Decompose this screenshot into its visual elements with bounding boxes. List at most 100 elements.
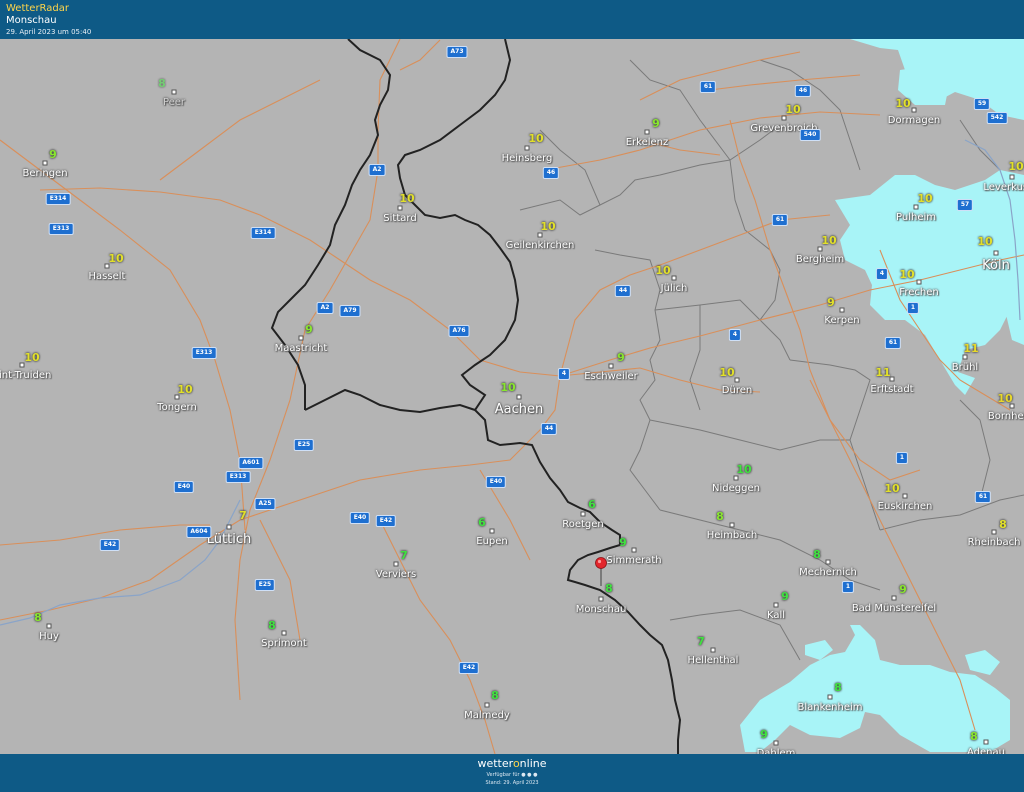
city-marker [710, 647, 716, 653]
city-marker [991, 529, 997, 535]
city-label[interactable]: Bornheim [988, 411, 1024, 422]
highway-shield: 4 [557, 368, 571, 380]
city-label[interactable]: Verviers [376, 569, 417, 580]
location-pin-icon[interactable] [595, 557, 607, 587]
city-label[interactable]: Jülich [661, 283, 688, 294]
windows-icon[interactable]: ● [533, 772, 537, 778]
city-label[interactable]: Eupen [476, 536, 508, 547]
city-label[interactable]: Bergheim [796, 254, 844, 265]
temperature-label: 10 [997, 392, 1013, 405]
map-background [0, 39, 1024, 754]
city-marker [902, 493, 908, 499]
city-label[interactable]: Geilenkirchen [506, 240, 575, 251]
highway-shield: 4 [728, 329, 742, 341]
city-label[interactable]: Düren [722, 385, 752, 396]
city-label[interactable]: Sint-Truiden [0, 370, 51, 381]
highway-shield: E313 [191, 347, 217, 359]
city-label[interactable]: Maastricht [275, 343, 328, 354]
city-label[interactable]: Bad Münstereifel [852, 603, 936, 614]
temperature-label: 9 [305, 323, 313, 336]
city-marker [825, 559, 831, 565]
city-marker [773, 602, 779, 608]
city-marker [891, 595, 897, 601]
temperature-label: 9 [781, 590, 789, 603]
temperature-label: 8 [999, 518, 1007, 531]
city-marker [916, 279, 922, 285]
apple-icon[interactable]: ● [527, 772, 531, 778]
city-label[interactable]: Euskirchen [878, 501, 933, 512]
temperature-label: 8 [716, 510, 724, 523]
highway-shield: 4 [875, 268, 889, 280]
highway-shield: 61 [771, 214, 789, 226]
city-label[interactable]: Leverkusen [983, 182, 1024, 193]
city-label[interactable]: Tongern [157, 402, 197, 413]
city-label[interactable]: Nideggen [712, 483, 760, 494]
city-label[interactable]: Malmedy [464, 710, 510, 721]
city-marker [644, 129, 650, 135]
radar-map[interactable]: Peer Beringen Hasselt Sint-Truiden Tongern Ma… [0, 39, 1024, 754]
temperature-label: 9 [760, 728, 768, 741]
city-marker [298, 335, 304, 341]
city-label[interactable]: Sprimont [261, 638, 307, 649]
temperature-label: 10 [917, 192, 933, 205]
app-title: WetterRadar [6, 3, 70, 14]
android-icon[interactable]: ● [521, 772, 525, 778]
temperature-label: 9 [899, 583, 907, 596]
highway-shield: E314 [45, 193, 71, 205]
highway-shield: E25 [293, 439, 315, 451]
highway-shield: E314 [250, 227, 276, 239]
city-label[interactable]: Köln [982, 258, 1010, 273]
temperature-label: 10 [24, 351, 40, 364]
city-label[interactable]: Frechen [899, 287, 938, 298]
temperature-label: 9 [49, 148, 57, 161]
city-label[interactable]: Aachen [495, 402, 543, 417]
city-label[interactable]: Eschweiler [584, 371, 638, 382]
city-label[interactable]: Brühl [952, 362, 978, 373]
city-label[interactable]: Rheinbach [968, 537, 1021, 548]
city-label[interactable]: Erftstadt [870, 384, 913, 395]
temperature-label: 8 [268, 619, 276, 632]
temperature-label: 8 [970, 730, 978, 743]
highway-shield: E42 [458, 662, 480, 674]
city-marker [397, 205, 403, 211]
city-label[interactable]: Kall [767, 610, 785, 621]
city-label[interactable]: Sittard [383, 213, 416, 224]
city-label[interactable]: Heinsberg [502, 153, 553, 164]
city-marker [911, 107, 917, 113]
temperature-label: 10 [540, 220, 556, 233]
city-label[interactable]: Lüttich [207, 532, 251, 547]
city-label[interactable]: Simmerath [606, 555, 661, 566]
temperature-label: 9 [617, 351, 625, 364]
city-label[interactable]: Heimbach [707, 530, 758, 541]
city-label[interactable]: Peer [163, 97, 185, 108]
temperature-label: 8 [34, 611, 42, 624]
highway-shield: 61 [974, 491, 992, 503]
wetteronline-logo[interactable]: wetteronline [0, 757, 1024, 770]
city-label[interactable]: Roetgen [562, 519, 604, 530]
city-marker [671, 275, 677, 281]
city-label[interactable]: Adenau [967, 747, 1005, 754]
city-label[interactable]: Hellenthal [688, 655, 739, 666]
city-label[interactable]: Erkelenz [626, 137, 669, 148]
city-label[interactable]: Monschau [576, 604, 627, 615]
temperature-label: 10 [177, 383, 193, 396]
highway-shield: 540 [799, 129, 821, 141]
city-marker [962, 354, 968, 360]
city-marker [393, 561, 399, 567]
highway-shield: 59 [973, 98, 991, 110]
temperature-label: 7 [697, 635, 705, 648]
temperature-label: 10 [108, 252, 124, 265]
city-label[interactable]: Hasselt [89, 271, 126, 282]
city-label[interactable]: Huy [39, 631, 59, 642]
city-label[interactable]: Beringen [22, 168, 67, 179]
city-label[interactable]: Mechernich [799, 567, 857, 578]
city-label[interactable]: Kerpen [824, 315, 859, 326]
city-label[interactable]: Blankenheim [797, 702, 862, 713]
city-marker [42, 160, 48, 166]
temperature-label: 10 [899, 268, 915, 281]
city-label[interactable]: Pulheim [896, 212, 936, 223]
city-label[interactable]: Dormagen [888, 115, 940, 126]
highway-shield: 61 [699, 81, 717, 93]
highway-shield: A76 [448, 325, 470, 337]
radar-timestamp: 29. April 2023 um 05:40 [6, 28, 92, 36]
